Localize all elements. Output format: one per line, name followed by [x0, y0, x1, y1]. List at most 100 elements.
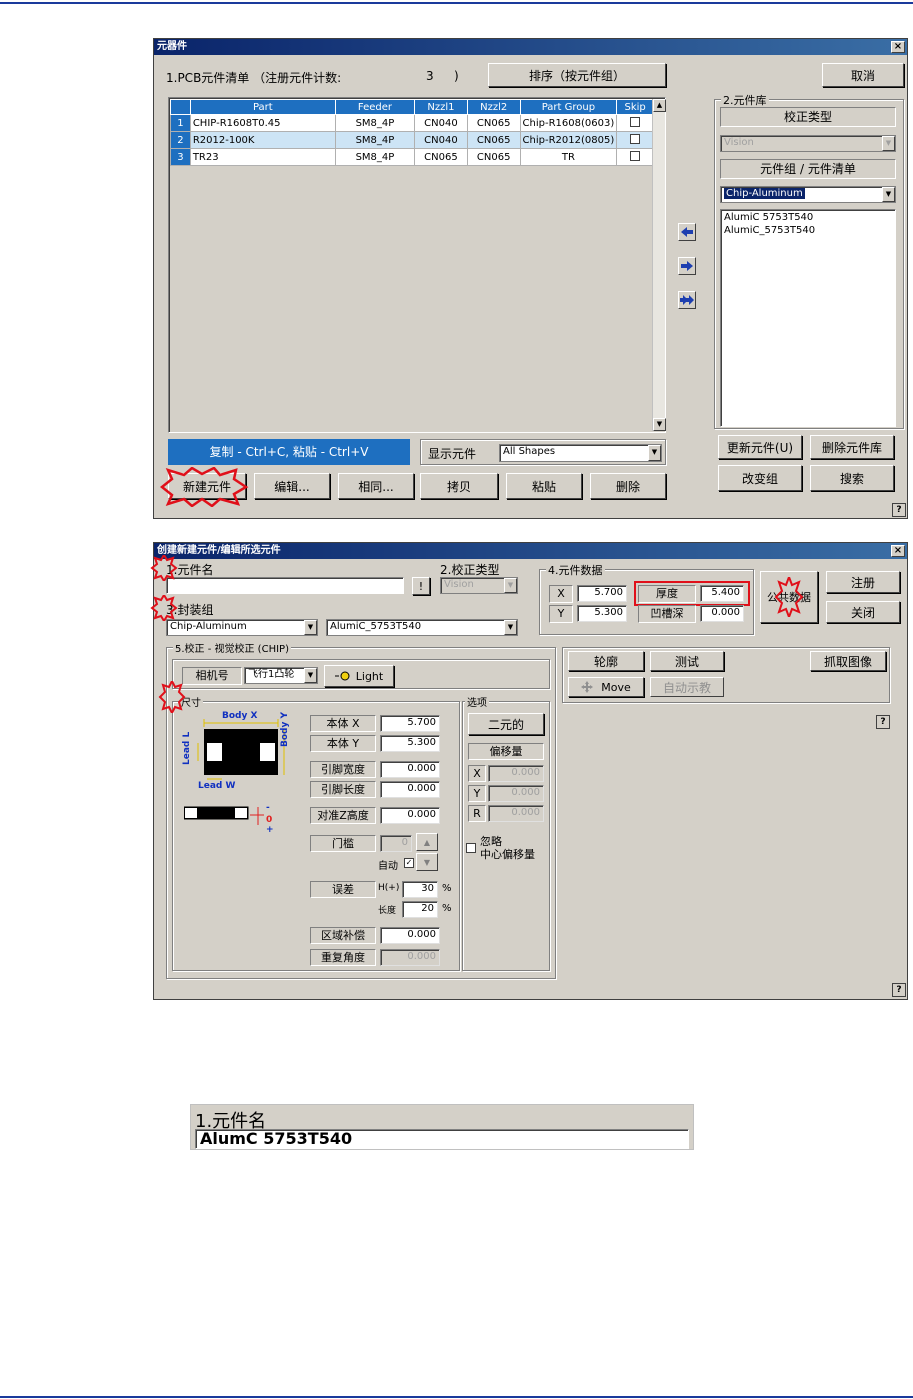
table-row[interactable]: 2 R2012-100K SM8_4P CN040 CN065 Chip-R20…: [170, 131, 654, 149]
row-number: 1: [170, 114, 191, 132]
delete-library-button[interactable]: 删除元件库: [810, 435, 894, 459]
cell-part: CHIP-R1608T0.45: [189, 114, 336, 132]
show-parts-label: 显示元件: [428, 447, 477, 461]
area-comp-field[interactable]: 0.000: [380, 927, 440, 944]
auto-checkbox[interactable]: ✓: [404, 858, 414, 868]
zoom-part-name-field[interactable]: AlumC 5753T540: [195, 1129, 689, 1149]
cell-part: TR23: [189, 148, 336, 166]
bang-button[interactable]: !: [412, 577, 430, 595]
skip-checkbox[interactable]: [630, 116, 641, 127]
test-button[interactable]: 测试: [650, 651, 724, 671]
threshold-down-button: ▼: [416, 853, 438, 871]
package-group-value: Chip-Aluminum: [170, 621, 247, 632]
grab-image-button[interactable]: 抓取图像: [810, 651, 886, 671]
library-group-select[interactable]: Chip-Aluminum ▼: [720, 186, 896, 203]
help-icon[interactable]: ?: [892, 503, 906, 517]
lead-w-caption: Lead W: [198, 781, 236, 791]
paste-button[interactable]: 粘贴: [506, 473, 582, 499]
len-label: 长度: [378, 906, 397, 916]
show-parts-select[interactable]: All Shapes ▼: [499, 444, 662, 462]
arrow-left-icon[interactable]: [678, 223, 696, 241]
package-group-select[interactable]: Chip-Aluminum ▼: [166, 619, 318, 636]
change-group-button[interactable]: 改变组: [718, 465, 802, 491]
light-label: Light: [355, 669, 384, 683]
help-icon[interactable]: ?: [892, 983, 906, 997]
zoom-part-name-value: AlumC 5753T540: [200, 1129, 353, 1148]
lead-length-field[interactable]: 0.000: [380, 781, 440, 798]
ignore-offset-checkbox[interactable]: [466, 843, 476, 853]
edit-button[interactable]: 编辑...: [254, 473, 330, 499]
highlight-burst-icon: [159, 467, 249, 507]
cell-feeder: SM8_4P: [334, 114, 416, 132]
chevron-down-icon[interactable]: ▼: [504, 620, 517, 635]
register-button[interactable]: 注册: [826, 571, 900, 593]
part-name-input[interactable]: [166, 577, 404, 594]
double-arrow-right-icon[interactable]: [678, 291, 696, 309]
col-header-part-group[interactable]: Part Group: [519, 99, 618, 115]
close-icon[interactable]: ×: [891, 545, 905, 557]
cell-nzzl1: CN065: [414, 148, 468, 166]
col-header-nzzl2[interactable]: Nzzl2: [466, 99, 521, 115]
chevron-down-icon[interactable]: ▼: [304, 668, 317, 683]
repeat-angle-label: 重复角度: [310, 949, 376, 966]
show-parts-value: All Shapes: [503, 446, 556, 457]
lead-width-field[interactable]: 0.000: [380, 761, 440, 778]
cancel-button[interactable]: 取消: [822, 63, 904, 87]
len-field[interactable]: 20: [402, 901, 438, 918]
light-button[interactable]: Light: [324, 665, 394, 687]
binary-button[interactable]: 二元的: [468, 713, 544, 735]
help-icon[interactable]: ?: [876, 715, 890, 729]
body-x-field[interactable]: 5.700: [380, 715, 440, 732]
table-row[interactable]: 3 TR23 SM8_4P CN065 CN065 TR: [170, 148, 654, 166]
chevron-down-icon[interactable]: ▼: [304, 620, 317, 635]
same-button[interactable]: 相同...: [338, 473, 414, 499]
skip-checkbox[interactable]: [630, 150, 641, 161]
library-part-list[interactable]: AlumiC 5753T540 AlumiC_5753T540: [720, 209, 896, 427]
search-button[interactable]: 搜索: [810, 465, 894, 491]
offset-x-field: 0.000: [488, 765, 544, 782]
calibration-title: 5.校正 - 视觉校正 (CHIP): [173, 640, 291, 655]
camera-select[interactable]: 飞行1凸轮 ▼: [244, 667, 318, 684]
sort-button[interactable]: 排序（按元件组）: [488, 63, 666, 87]
chevron-down-icon[interactable]: ▼: [648, 445, 661, 461]
group-list-label: 元件组 / 元件清单: [720, 159, 896, 179]
align-z-field[interactable]: 0.000: [380, 807, 440, 824]
cell-skip: [616, 131, 654, 149]
cell-nzzl2: CN065: [466, 148, 521, 166]
skip-checkbox[interactable]: [630, 133, 641, 144]
h-field[interactable]: 30: [402, 881, 438, 898]
outline-button[interactable]: 轮廓: [568, 651, 644, 671]
light-bulb-icon: [334, 671, 350, 681]
table-scrollbar[interactable]: ▲ ▼: [652, 99, 666, 431]
list-item[interactable]: AlumiC_5753T540: [724, 225, 815, 236]
col-header-num: [170, 99, 191, 115]
col-header-skip[interactable]: Skip: [616, 99, 654, 115]
scroll-down-icon[interactable]: ▼: [653, 418, 666, 431]
scroll-up-icon[interactable]: ▲: [653, 99, 666, 112]
col-header-nzzl1[interactable]: Nzzl1: [414, 99, 468, 115]
package-part-select[interactable]: AlumiC_5753T540 ▼: [326, 619, 518, 636]
thickness-highlight: [634, 581, 750, 606]
library-group-value: Chip-Aluminum: [724, 188, 805, 199]
x-field[interactable]: 5.700: [577, 585, 627, 602]
copy-paste-hint: 复制 - Ctrl+C, 粘贴 - Ctrl+V: [168, 439, 410, 465]
col-header-part[interactable]: Part: [189, 99, 336, 115]
col-header-feeder[interactable]: Feeder: [334, 99, 416, 115]
copy-button[interactable]: 拷贝: [420, 473, 498, 499]
move-button[interactable]: Move: [568, 677, 644, 697]
arrow-right-icon[interactable]: [678, 257, 696, 275]
chevron-down-icon[interactable]: ▼: [882, 187, 895, 202]
body-y-field[interactable]: 5.300: [380, 735, 440, 752]
threshold-label: 门槛: [310, 835, 376, 852]
list-item[interactable]: AlumiC 5753T540: [724, 212, 813, 223]
component-count: 3: [426, 69, 434, 83]
body-y-caption: Body Y: [280, 711, 290, 747]
table-row[interactable]: 1 CHIP-R1608T0.45 SM8_4P CN040 CN065 Chi…: [170, 114, 654, 132]
close-button[interactable]: 关闭: [826, 601, 900, 623]
update-part-button[interactable]: 更新元件(U): [718, 435, 802, 459]
close-icon[interactable]: ×: [891, 41, 905, 53]
delete-button[interactable]: 删除: [590, 473, 666, 499]
y-field[interactable]: 5.300: [577, 605, 627, 622]
row-number: 3: [170, 148, 191, 166]
recess-field[interactable]: 0.000: [700, 605, 744, 622]
